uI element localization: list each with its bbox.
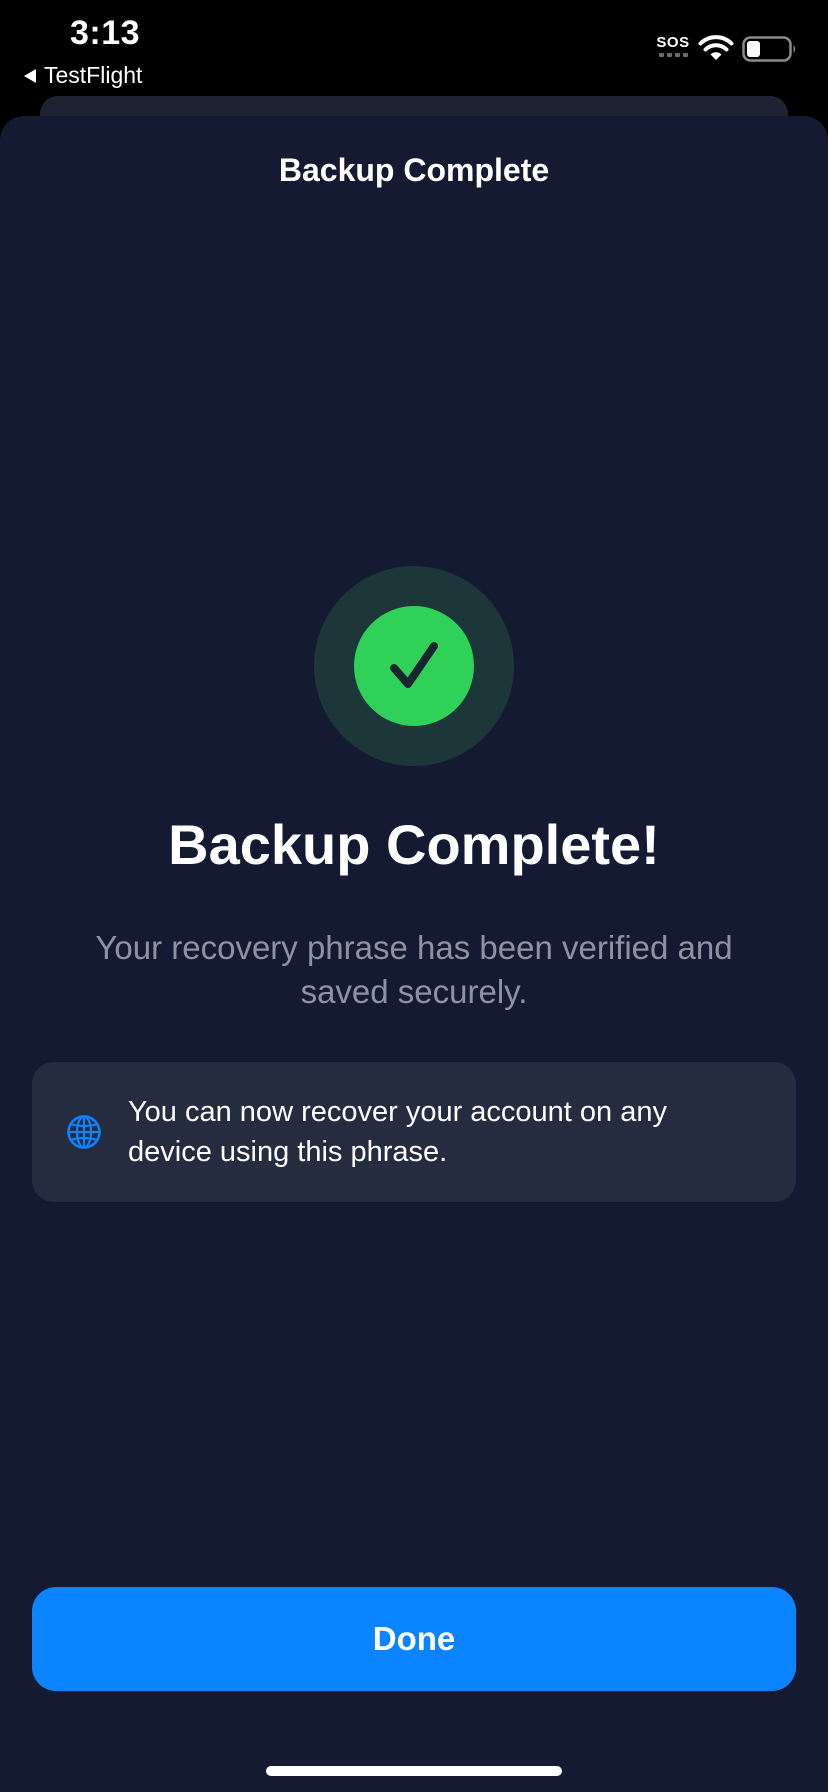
- signal-dots: [656, 53, 690, 57]
- sheet-title: Backup Complete: [278, 152, 550, 188]
- checkmark-icon: [390, 642, 438, 688]
- info-card-text: You can now recover your account on any …: [128, 1096, 667, 1168]
- success-headline: Backup Complete!: [168, 813, 660, 876]
- home-indicator[interactable]: [266, 1766, 562, 1776]
- success-circle: [354, 606, 474, 726]
- sos-label: SOS: [656, 34, 690, 51]
- status-time: 3:13: [70, 14, 141, 52]
- battery-icon: [742, 36, 796, 62]
- sos-indicator: SOS: [656, 34, 690, 64]
- globe-icon: [67, 1115, 101, 1149]
- screen: 3:13 TestFlight SOS Backup Complete Back…: [0, 0, 828, 1792]
- success-subtitle: Your recovery phrase has been verified a…: [95, 929, 733, 1010]
- wifi-icon: [698, 35, 734, 60]
- info-card: You can now recover your account on any …: [32, 1062, 796, 1202]
- back-to-app-button[interactable]: TestFlight: [24, 62, 142, 89]
- back-app-label: TestFlight: [44, 62, 143, 88]
- back-triangle-icon: [24, 68, 36, 83]
- done-button[interactable]: Done: [32, 1587, 796, 1691]
- success-badge: [314, 566, 514, 766]
